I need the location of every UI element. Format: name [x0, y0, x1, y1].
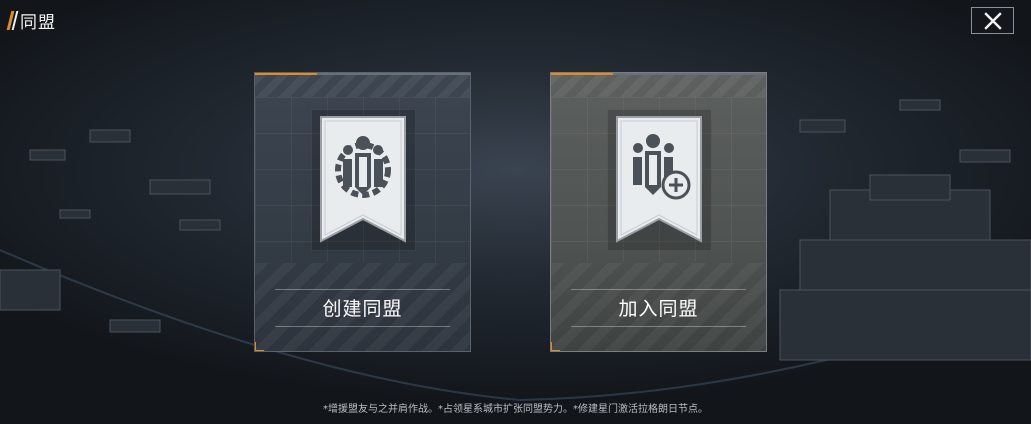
close-button[interactable] — [971, 7, 1014, 34]
card-stripe — [255, 75, 470, 97]
space-background — [0, 0, 1031, 424]
divider — [571, 326, 746, 327]
card-stripe — [551, 75, 766, 97]
create-alliance-label: 创建同盟 — [322, 298, 403, 320]
divider — [571, 289, 746, 290]
join-alliance-label: 加入同盟 — [618, 298, 699, 320]
corner-accent — [255, 342, 264, 351]
close-icon — [983, 11, 1002, 30]
create-alliance-card[interactable]: 创建同盟 — [254, 72, 471, 352]
footer-hint: *增援盟友与之并肩作战。*占领星系城市扩张同盟势力。*修建星门激活拉格朗日节点。 — [323, 404, 708, 415]
join-alliance-card[interactable]: 加入同盟 — [550, 72, 767, 352]
page-header: 同盟 — [6, 8, 56, 33]
corner-accent — [551, 342, 560, 351]
header-accent-mark — [6, 11, 19, 30]
divider — [275, 326, 450, 327]
alliance-join-banner-icon — [616, 116, 702, 243]
alliance-create-banner-icon — [320, 116, 406, 243]
divider — [275, 289, 450, 290]
page-title: 同盟 — [20, 13, 56, 33]
